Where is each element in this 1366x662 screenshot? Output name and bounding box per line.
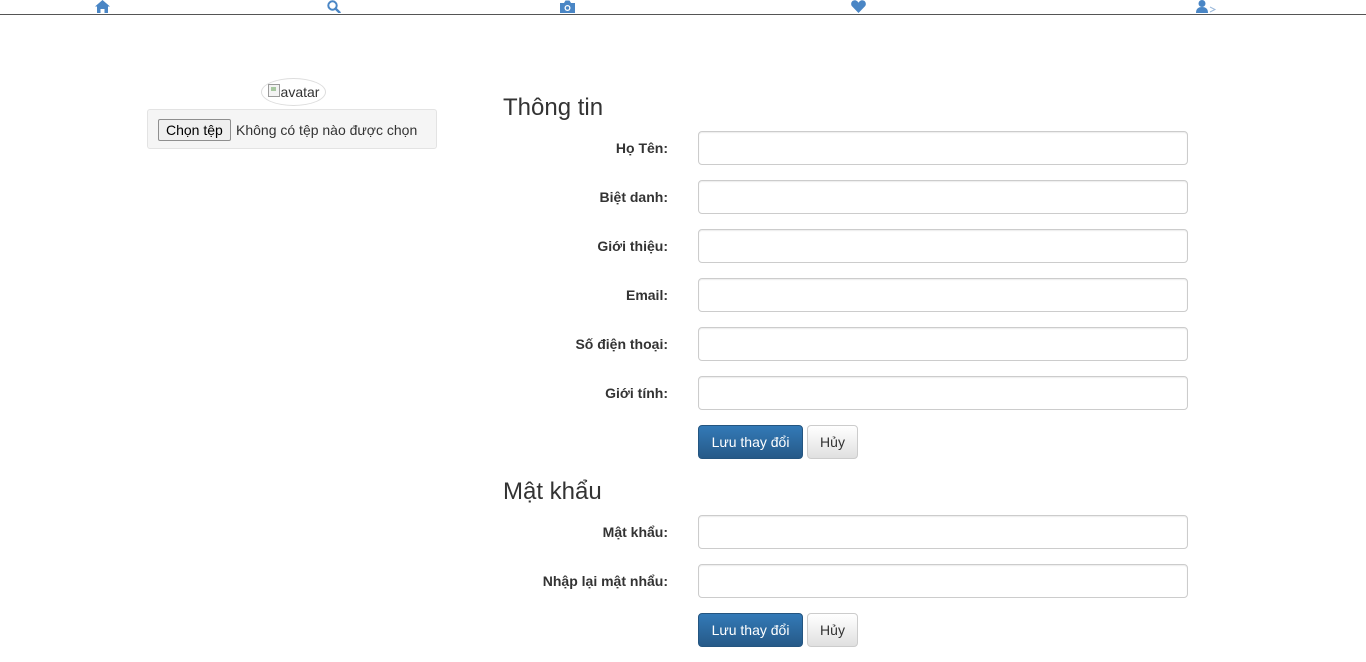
phone-input[interactable] bbox=[698, 327, 1188, 361]
file-upload-well: Chọn tệp Không có tệp nào được chọn bbox=[147, 109, 437, 149]
fullname-input[interactable] bbox=[698, 131, 1188, 165]
password-save-button[interactable]: Lưu thay đổi bbox=[698, 613, 803, 647]
avatar: avatar bbox=[261, 78, 326, 106]
password-label: Mật khẩu: bbox=[602, 524, 668, 540]
search-icon[interactable] bbox=[326, 0, 342, 14]
confirm-password-label: Nhập lại mật nhẩu: bbox=[542, 573, 668, 589]
password-section-title: Mật khẩu bbox=[503, 478, 602, 505]
heart-icon[interactable] bbox=[850, 0, 866, 14]
email-label: Email: bbox=[625, 287, 668, 303]
top-nav bbox=[0, 0, 1366, 15]
gender-label: Giới tính: bbox=[605, 385, 668, 401]
home-icon[interactable] bbox=[94, 0, 110, 14]
user-icon[interactable] bbox=[1196, 0, 1218, 14]
password-input[interactable] bbox=[698, 515, 1188, 549]
password-cancel-button[interactable]: Hủy bbox=[807, 613, 858, 647]
bio-label: Giới thiệu: bbox=[597, 238, 668, 254]
file-status-text: Không có tệp nào được chọn bbox=[236, 122, 418, 138]
info-save-button[interactable]: Lưu thay đổi bbox=[698, 425, 803, 459]
info-section-title: Thông tin bbox=[503, 94, 604, 121]
choose-file-button[interactable]: Chọn tệp bbox=[158, 119, 231, 141]
fullname-label: Họ Tên: bbox=[615, 140, 668, 156]
info-cancel-button[interactable]: Hủy bbox=[807, 425, 858, 459]
confirm-password-input[interactable] bbox=[698, 564, 1188, 598]
nickname-input[interactable] bbox=[698, 180, 1188, 214]
broken-image-icon bbox=[267, 83, 280, 97]
avatar-alt-text: avatar bbox=[280, 84, 320, 100]
gender-input[interactable] bbox=[698, 376, 1188, 410]
email-input[interactable] bbox=[698, 278, 1188, 312]
nickname-label: Biệt danh: bbox=[599, 189, 668, 205]
camera-icon[interactable] bbox=[559, 0, 575, 14]
bio-input[interactable] bbox=[698, 229, 1188, 263]
phone-label: Số điện thoại: bbox=[575, 336, 668, 352]
